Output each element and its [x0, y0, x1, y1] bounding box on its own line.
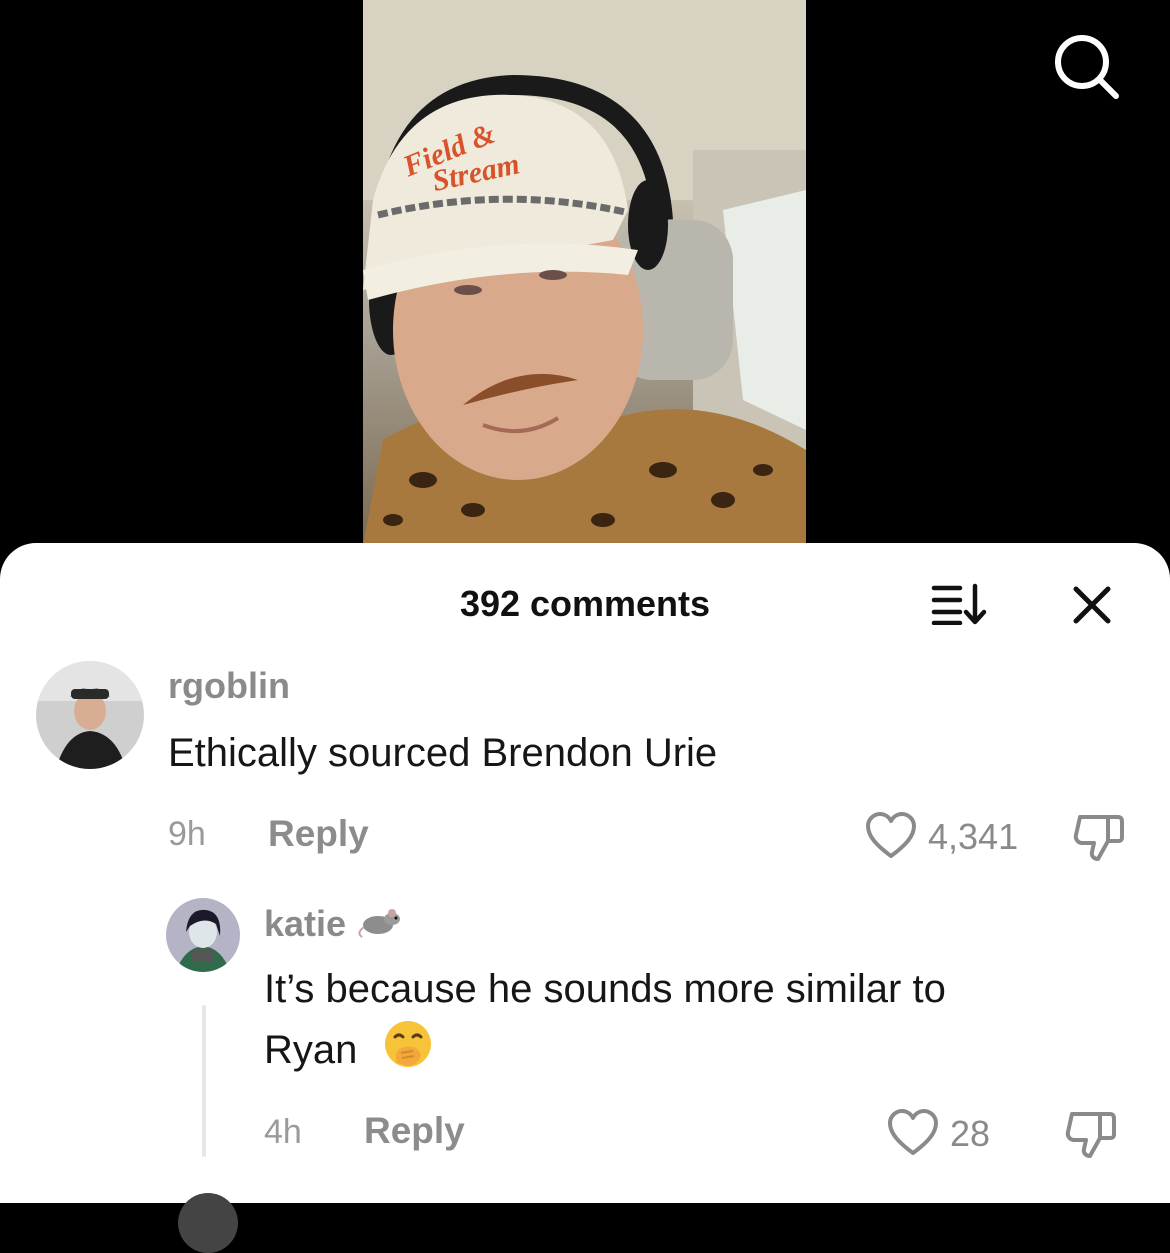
- heart-icon: [888, 1109, 938, 1155]
- sort-icon: [931, 583, 987, 626]
- avatar[interactable]: [36, 661, 144, 769]
- avatar-image: [36, 661, 144, 769]
- heart-icon: [866, 812, 916, 858]
- comments-count-title: 392 comments: [459, 583, 711, 624]
- reply-text-line-2: Ryan: [264, 1019, 433, 1086]
- thumbs-down-icon: [1065, 1112, 1116, 1158]
- avatar[interactable]: [178, 1193, 238, 1253]
- thumbs-down-icon: [1073, 815, 1124, 861]
- comment-text: Ethically sourced Brendon Urie: [168, 731, 718, 775]
- comment-time: 9h: [168, 815, 206, 853]
- reply-username[interactable]: katie: [264, 903, 402, 948]
- video-still-image: Field & Stream: [363, 0, 806, 545]
- dislike-button[interactable]: [1064, 1108, 1118, 1162]
- like-count: 28: [950, 1113, 991, 1154]
- close-icon: [1073, 586, 1111, 624]
- like-count: 4,341: [928, 816, 1019, 857]
- comment-username[interactable]: rgoblin: [168, 665, 290, 707]
- reply-button[interactable]: Reply: [364, 1110, 465, 1152]
- comments-sheet: 392 comments rgoblin Ethically sourced B…: [0, 543, 1170, 1253]
- reply-time: 4h: [264, 1113, 302, 1151]
- avatar[interactable]: [166, 898, 240, 972]
- like-button[interactable]: [886, 1108, 940, 1158]
- sort-comments-button[interactable]: [930, 583, 990, 626]
- close-button[interactable]: [1068, 581, 1116, 629]
- face-with-hand-over-mouth-emoji: [383, 1019, 433, 1086]
- video-player[interactable]: Field & Stream: [0, 0, 1170, 560]
- search-icon: [1055, 35, 1119, 99]
- search-button[interactable]: [1050, 30, 1122, 102]
- reply-thread-line: [202, 1005, 206, 1157]
- video-frame[interactable]: Field & Stream: [363, 0, 806, 545]
- like-button[interactable]: [864, 811, 918, 861]
- reply-text-line-1: It’s because he sounds more similar to: [264, 967, 946, 1011]
- avatar-image: [166, 898, 240, 972]
- dislike-button[interactable]: [1072, 811, 1126, 865]
- rat-emoji: [356, 905, 402, 948]
- reply-button[interactable]: Reply: [268, 813, 369, 855]
